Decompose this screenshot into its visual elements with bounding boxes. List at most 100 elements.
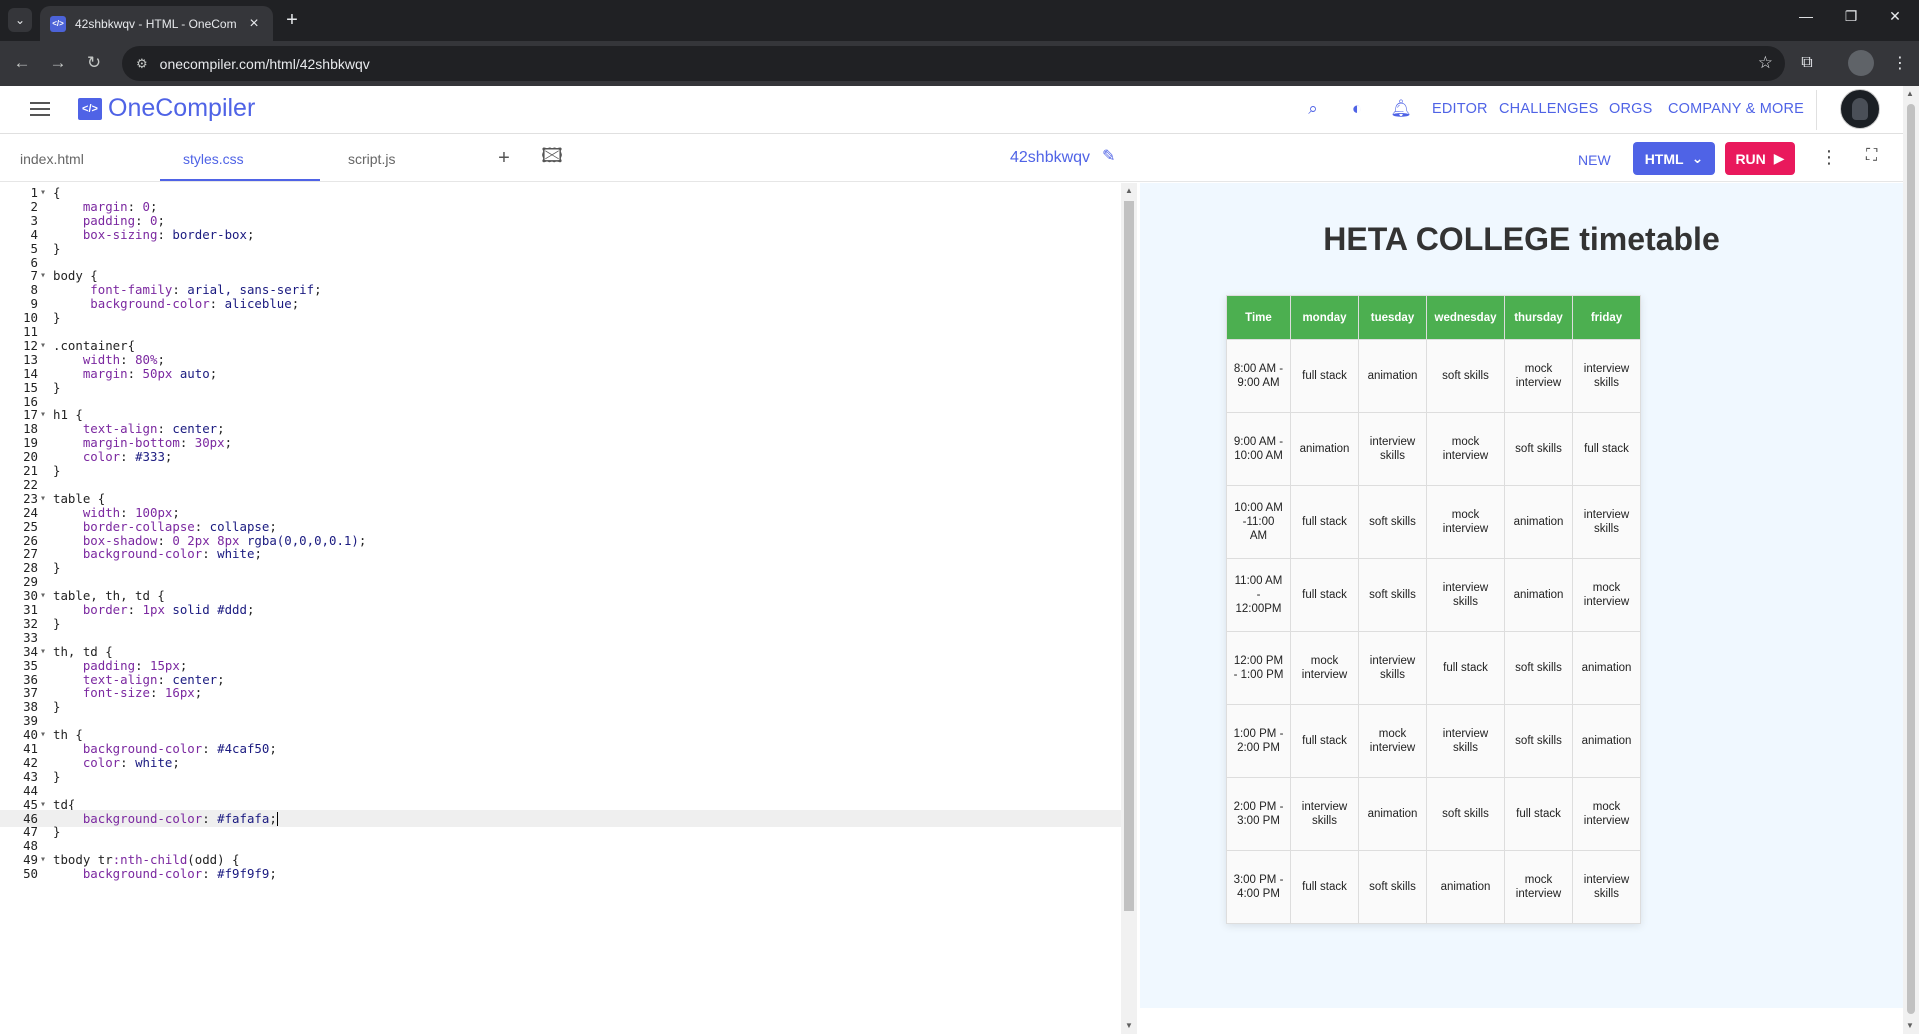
subject-cell: interview skills <box>1426 558 1505 632</box>
code-editor[interactable]: ▲ ▼ 1 ▾{2 margin: 0; 3 padding: 0; 4 box-si… <box>0 183 1137 1034</box>
subject-cell: soft skills <box>1358 485 1427 559</box>
site-header: </> OneCompiler ⌕ ◐ 🔔︎ EDITOR CHALLENGES… <box>0 86 1903 134</box>
site-logo[interactable]: </> OneCompiler <box>78 94 255 123</box>
puzzle-icon[interactable]: ⧉ <box>1794 50 1820 76</box>
plus-icon[interactable]: + <box>492 146 516 170</box>
subject-cell: interview skills <box>1572 485 1641 559</box>
play-icon: ▶ <box>1773 150 1785 166</box>
subject-cell: animation <box>1426 850 1505 924</box>
reload-icon: ↻ <box>86 53 102 72</box>
pencil-icon[interactable]: ✎ <box>1102 146 1115 166</box>
code-line[interactable]: 50 background-color: #f9f9f9; <box>0 865 1121 882</box>
subject-cell: mock interview <box>1504 850 1573 924</box>
time-cell: 11:00 AM - 12:00PM <box>1226 558 1291 632</box>
bell-icon[interactable]: 🔔︎ <box>1390 98 1412 120</box>
back-button[interactable]: ← <box>10 51 34 75</box>
subject-cell: interview skills <box>1358 631 1427 705</box>
table-row: 12:00 PM - 1:00 PM mock interview intervie… <box>1226 631 1641 705</box>
minimize-icon[interactable]: — <box>1791 8 1821 24</box>
column-header: wednesday <box>1426 295 1505 340</box>
tab-index-html[interactable]: index.html <box>20 151 84 167</box>
active-tab-indicator <box>160 179 320 181</box>
subject-cell: interview skills <box>1290 777 1359 851</box>
subject-cell: animation <box>1572 631 1641 705</box>
column-header: Time <box>1226 295 1291 340</box>
subject-cell: animation <box>1290 412 1359 486</box>
user-avatar[interactable] <box>1840 89 1880 129</box>
forward-button[interactable]: → <box>46 51 70 75</box>
site-info-icon[interactable]: ⚙ <box>136 56 148 72</box>
fullscreen-icon[interactable]: ⛶ <box>1866 147 1877 165</box>
search-icon[interactable]: ⌕ <box>1302 98 1324 120</box>
table-row: 10:00 AM -11:00 AM full stack soft skills m… <box>1226 485 1641 559</box>
preview-footer <box>1140 1008 1903 1034</box>
address-bar[interactable]: ⚙ onecompiler.com/html/42shbkwqv ☆ <box>122 46 1785 81</box>
tab-search-button[interactable]: ⌄ <box>8 8 32 32</box>
chevron-down-icon: ⌄ <box>14 13 26 27</box>
timetable: Time monday tuesday wednesday thursday friday… <box>1226 295 1641 924</box>
reload-button[interactable]: ↻ <box>82 51 106 75</box>
code-token: ; <box>269 866 277 882</box>
table-row: 3:00 PM - 4:00 PM full stack soft skills an… <box>1226 850 1641 924</box>
file-tabs-bar: index.html styles.css script.js + 🖾︎ 42s… <box>0 134 1903 182</box>
editor-scrollbar[interactable]: ▲ ▼ <box>1121 183 1137 1034</box>
subject-cell: soft skills <box>1358 850 1427 924</box>
browser-menu-icon[interactable]: ⋮ <box>1887 50 1913 76</box>
scroll-down-icon[interactable]: ▼ <box>1906 1021 1914 1030</box>
scroll-down-icon[interactable]: ▼ <box>1125 1021 1133 1030</box>
column-header: thursday <box>1504 295 1573 340</box>
code-brackets-icon: </> <box>78 97 102 120</box>
onecompiler-favicon-icon: </> <box>50 15 66 32</box>
code-token: #f9f9f9 <box>217 866 270 882</box>
page-scrollbar[interactable]: ▲ ▼ <box>1903 86 1919 1034</box>
subject-cell: animation <box>1504 485 1573 559</box>
nav-company-link[interactable]: COMPANY & MORE <box>1668 101 1804 117</box>
nav-challenges-link[interactable]: CHALLENGES <box>1499 101 1599 117</box>
subject-cell: full stack <box>1290 485 1359 559</box>
close-window-icon[interactable]: ✕ <box>1880 8 1910 25</box>
page-scroll-thumb[interactable] <box>1907 104 1915 1014</box>
subject-cell: soft skills <box>1504 704 1573 778</box>
subject-cell: animation <box>1358 777 1427 851</box>
restore-icon[interactable]: ❐ <box>1836 8 1866 25</box>
add-image-icon[interactable]: 🖾︎ <box>540 145 564 170</box>
chevron-down-icon: ⌄ <box>1691 150 1704 166</box>
more-options-icon[interactable]: ⋮ <box>1820 147 1838 168</box>
output-preview: HETA COLLEGE timetable Time monday tuesday… <box>1140 183 1903 1008</box>
tab-close-icon[interactable]: × <box>245 15 263 33</box>
subject-cell: interview skills <box>1358 412 1427 486</box>
scroll-up-icon[interactable]: ▲ <box>1125 186 1133 195</box>
table-header-row: Time monday tuesday wednesday thursday friday <box>1226 295 1641 340</box>
theme-icon[interactable]: ◐ <box>1346 98 1368 120</box>
profile-avatar[interactable] <box>1848 50 1874 76</box>
tab-script-js[interactable]: script.js <box>348 151 395 167</box>
page-content: </> OneCompiler ⌕ ◐ 🔔︎ EDITOR CHALLENGES… <box>0 86 1903 1034</box>
star-icon[interactable]: ☆ <box>1758 53 1773 73</box>
subject-cell: animation <box>1358 339 1427 413</box>
project-name[interactable]: 42shbkwqv <box>1010 149 1090 167</box>
subject-cell: full stack <box>1572 412 1641 486</box>
time-cell: 8:00 AM - 9:00 AM <box>1226 339 1291 413</box>
time-cell: 1:00 PM - 2:00 PM <box>1226 704 1291 778</box>
subject-cell: full stack <box>1290 704 1359 778</box>
nav-orgs-link[interactable]: ORGS <box>1609 101 1653 117</box>
hamburger-menu-icon[interactable] <box>30 102 50 116</box>
language-select-button[interactable]: HTML ⌄ <box>1633 142 1715 175</box>
column-header: tuesday <box>1358 295 1427 340</box>
table-row: 1:00 PM - 2:00 PM full stack mock intervie… <box>1226 704 1641 778</box>
code-token: background-color <box>53 866 203 882</box>
subject-cell: interview skills <box>1426 704 1505 778</box>
nav-editor-link[interactable]: EDITOR <box>1432 101 1488 117</box>
time-cell: 3:00 PM - 4:00 PM <box>1226 850 1291 924</box>
new-tab-button[interactable]: + <box>280 9 304 32</box>
run-button[interactable]: RUN ▶ <box>1725 142 1795 175</box>
scroll-up-icon[interactable]: ▲ <box>1906 89 1914 98</box>
editor-scroll-thumb[interactable] <box>1124 201 1134 911</box>
user-silhouette-icon <box>1852 98 1868 120</box>
new-button[interactable]: NEW <box>1578 152 1611 168</box>
table-body: 8:00 AM - 9:00 AM full stack animation soft… <box>1226 339 1641 924</box>
line-number: 50 <box>23 866 38 882</box>
preview-heading: HETA COLLEGE timetable <box>1323 221 1720 257</box>
browser-tab[interactable]: </> 42shbkwqv - HTML - OneCompiler × <box>40 6 273 41</box>
tab-styles-css[interactable]: styles.css <box>183 151 244 167</box>
